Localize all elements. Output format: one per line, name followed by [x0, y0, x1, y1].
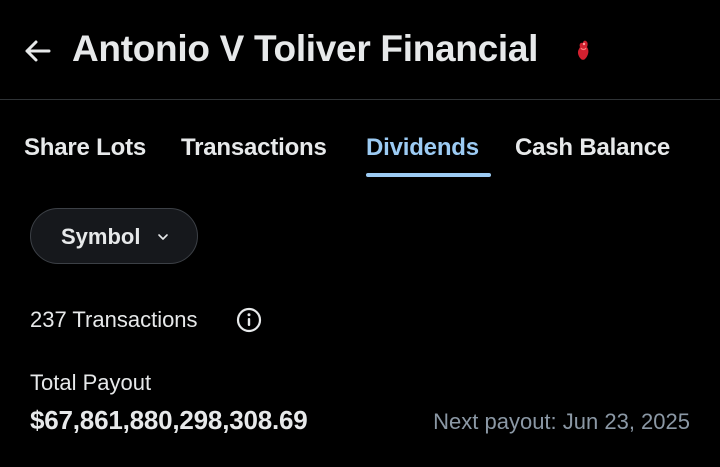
tab-label: Dividends — [366, 134, 479, 161]
arrow-left-icon — [25, 40, 51, 62]
tab-dividends[interactable]: Dividends — [366, 101, 491, 181]
transactions-count: 237 Transactions — [30, 307, 198, 332]
info-icon[interactable] — [236, 307, 262, 333]
total-payout-value: $67,861,880,298,308.69 — [30, 405, 308, 435]
total-payout-label: Total Payout — [30, 370, 152, 395]
heart-icon — [577, 40, 589, 60]
tab-bar: Share Lots Transactions Dividends Cash B… — [0, 101, 720, 181]
back-button[interactable] — [22, 36, 52, 66]
page-title: Antonio V Toliver Financial — [72, 28, 539, 69]
chevron-down-icon — [158, 234, 168, 240]
header: Antonio V Toliver Financial — [0, 0, 720, 100]
tab-label: Share Lots — [24, 134, 147, 161]
symbol-filter-label: Symbol — [61, 224, 141, 249]
tab-label: Transactions — [181, 134, 327, 161]
next-payout-date: Next payout: Jun 23, 2025 — [433, 409, 690, 434]
active-tab-indicator — [366, 173, 491, 177]
symbol-filter-button[interactable]: Symbol — [30, 208, 198, 264]
tab-label: Cash Balance — [515, 134, 671, 161]
